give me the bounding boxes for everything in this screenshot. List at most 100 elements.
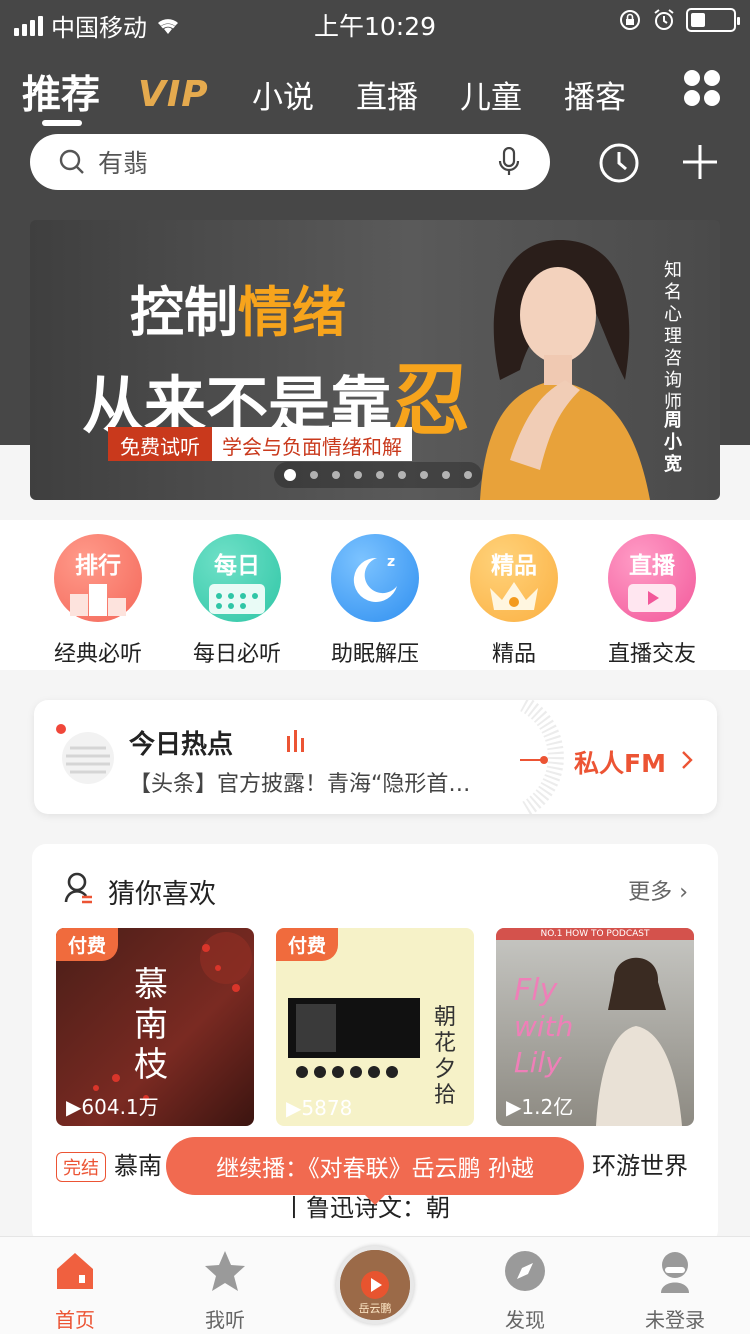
entry-label: 经典必听	[53, 642, 142, 667]
paid-badge: 付费	[276, 928, 339, 961]
entry-daily[interactable]: 每日 每日必听	[167, 534, 307, 668]
tab-label: 首页	[55, 1308, 95, 1332]
tv-icon: 直播	[608, 534, 696, 622]
tab-kids[interactable]: 儿童	[460, 72, 522, 117]
album-title[interactable]: 环游世界	[592, 1146, 688, 1181]
banner-speaker-title: 知名心理咨询师	[664, 260, 682, 413]
tab-active-indicator	[42, 120, 82, 126]
entry-label: 精品	[491, 642, 536, 667]
banner-dot	[310, 471, 318, 479]
tab-label: 未登录	[645, 1308, 705, 1332]
banner-dot	[332, 471, 340, 479]
sound-wave-icon	[287, 730, 304, 752]
tab-podcast[interactable]: 播客	[564, 72, 626, 117]
star-icon	[205, 1251, 245, 1291]
hot-title: 今日热点	[129, 730, 234, 760]
entry-label: 助眠解压	[330, 642, 419, 667]
album-card[interactable]: 朝花夕拾 付费 ▶5878	[276, 928, 474, 1126]
entry-label: 每日必听	[192, 642, 281, 667]
promo-banner[interactable]: 控制情绪 从来不是靠忍 免费试听 学会与负面情绪和解 知名心理咨询师 周小宽	[30, 220, 720, 500]
more-link[interactable]: 更多 ›	[628, 874, 688, 906]
chevron-right-icon	[682, 751, 693, 769]
microphone-icon[interactable]	[498, 147, 520, 177]
play-count: ▶1.2亿	[506, 1095, 574, 1119]
hot-headline: 【头条】官方披露！青海“隐形首…	[129, 772, 471, 797]
banner-line-1: 控制情绪	[130, 280, 346, 344]
calendar-icon: 每日	[193, 534, 281, 622]
moon-icon: z	[331, 534, 419, 622]
quick-entry-row: 排行 经典必听 每日 每日必听 z 助眠解压 精品 精品 直播 直播交友	[0, 520, 750, 670]
tab-discover[interactable]: 发现	[470, 1249, 580, 1333]
completed-badge: 完结	[56, 1152, 106, 1182]
private-fm-link[interactable]: 私人FM	[574, 744, 666, 780]
entry-live-social[interactable]: 直播 直播交友	[582, 534, 722, 668]
tab-label: 我听	[205, 1308, 245, 1332]
podium-icon: 排行	[54, 534, 142, 622]
search-input[interactable]: 有翡	[98, 144, 148, 180]
svg-text:南: 南	[134, 1005, 168, 1045]
search-icon	[59, 149, 84, 174]
history-icon[interactable]	[598, 142, 640, 184]
tab-home[interactable]: 首页	[20, 1249, 130, 1333]
banner-dot	[442, 471, 450, 479]
entry-sleep[interactable]: z 助眠解压	[305, 534, 445, 668]
play-icon: ▶	[506, 1095, 522, 1119]
tab-profile[interactable]: 未登录	[620, 1249, 730, 1333]
entry-premium[interactable]: 精品 精品	[444, 534, 584, 668]
top-tabs: 推荐 VIP 小说 直播 儿童 播客	[0, 60, 750, 130]
banner-dot	[284, 469, 296, 481]
hot-topics-card[interactable]: 今日热点 【头条】官方披露！青海“隐形首… 私人FM	[34, 700, 717, 814]
all-categories-icon[interactable]	[684, 70, 720, 106]
status-right	[618, 8, 740, 32]
tab-novel[interactable]: 小说	[252, 72, 314, 117]
free-trial-tag: 免费试听	[108, 427, 212, 461]
rotation-lock-icon	[620, 10, 640, 30]
podcast-label: NO.1 HOW TO PODCAST	[496, 928, 694, 940]
tab-live[interactable]: 直播	[356, 72, 418, 117]
album-card[interactable]: NO.1 HOW TO PODCAST Fly with Lily ▶1.2亿	[496, 928, 694, 1126]
album-card[interactable]: 慕南枝 付费 ▶604.1万	[56, 928, 254, 1126]
banner-dot	[398, 471, 406, 479]
compass-icon	[505, 1251, 545, 1291]
svg-text:with: with	[514, 1010, 573, 1043]
now-playing-caption: 岳云鹏	[358, 1302, 392, 1315]
banner-speaker-name: 周小宽	[664, 410, 682, 475]
svg-text:朝: 朝	[434, 1005, 456, 1030]
play-count: ▶5878	[286, 1096, 353, 1120]
now-playing-button[interactable]: 岳云鹏	[336, 1246, 414, 1324]
home-icon	[57, 1253, 93, 1289]
play-icon: ▶	[286, 1096, 302, 1120]
banner-dot	[376, 471, 384, 479]
tab-vip[interactable]: VIP	[138, 74, 209, 115]
avatar-icon	[661, 1252, 689, 1293]
tab-recommend[interactable]: 推荐	[22, 64, 100, 120]
entry-label: 直播交友	[607, 642, 696, 667]
album-title[interactable]: 完结 慕南	[56, 1146, 162, 1182]
add-icon[interactable]	[680, 142, 720, 182]
svg-text:慕: 慕	[134, 965, 168, 1005]
svg-text:枝: 枝	[134, 1045, 168, 1085]
play-icon: ▶	[66, 1095, 82, 1119]
search-bar[interactable]: 有翡	[30, 134, 550, 190]
user-like-icon	[64, 872, 92, 904]
tab-my-listening[interactable]: 我听	[170, 1249, 280, 1333]
svg-text:夕: 夕	[434, 1057, 456, 1082]
banner-dot	[420, 471, 428, 479]
crown-icon: 精品	[470, 534, 558, 622]
news-disc-icon	[56, 724, 114, 784]
continue-playing-tooltip[interactable]: 继续播：《对春联》岳云鹏 孙越	[166, 1137, 584, 1205]
tab-label: 发现	[505, 1308, 545, 1332]
chevron-right-icon: ›	[679, 880, 688, 905]
svg-text:Fly: Fly	[514, 973, 559, 1008]
banner-dot	[354, 471, 362, 479]
entry-classic[interactable]: 排行 经典必听	[28, 534, 168, 668]
speaker-portrait	[480, 240, 650, 500]
play-count: ▶604.1万	[66, 1095, 159, 1119]
svg-text:Lily: Lily	[514, 1046, 562, 1079]
alarm-icon	[654, 9, 674, 30]
fm-dial-icon	[519, 700, 564, 814]
section-title: 猜你喜欢	[108, 879, 216, 910]
battery-icon	[686, 8, 740, 32]
banner-tags: 免费试听 学会与负面情绪和解	[108, 427, 412, 461]
svg-text:z: z	[387, 554, 395, 570]
